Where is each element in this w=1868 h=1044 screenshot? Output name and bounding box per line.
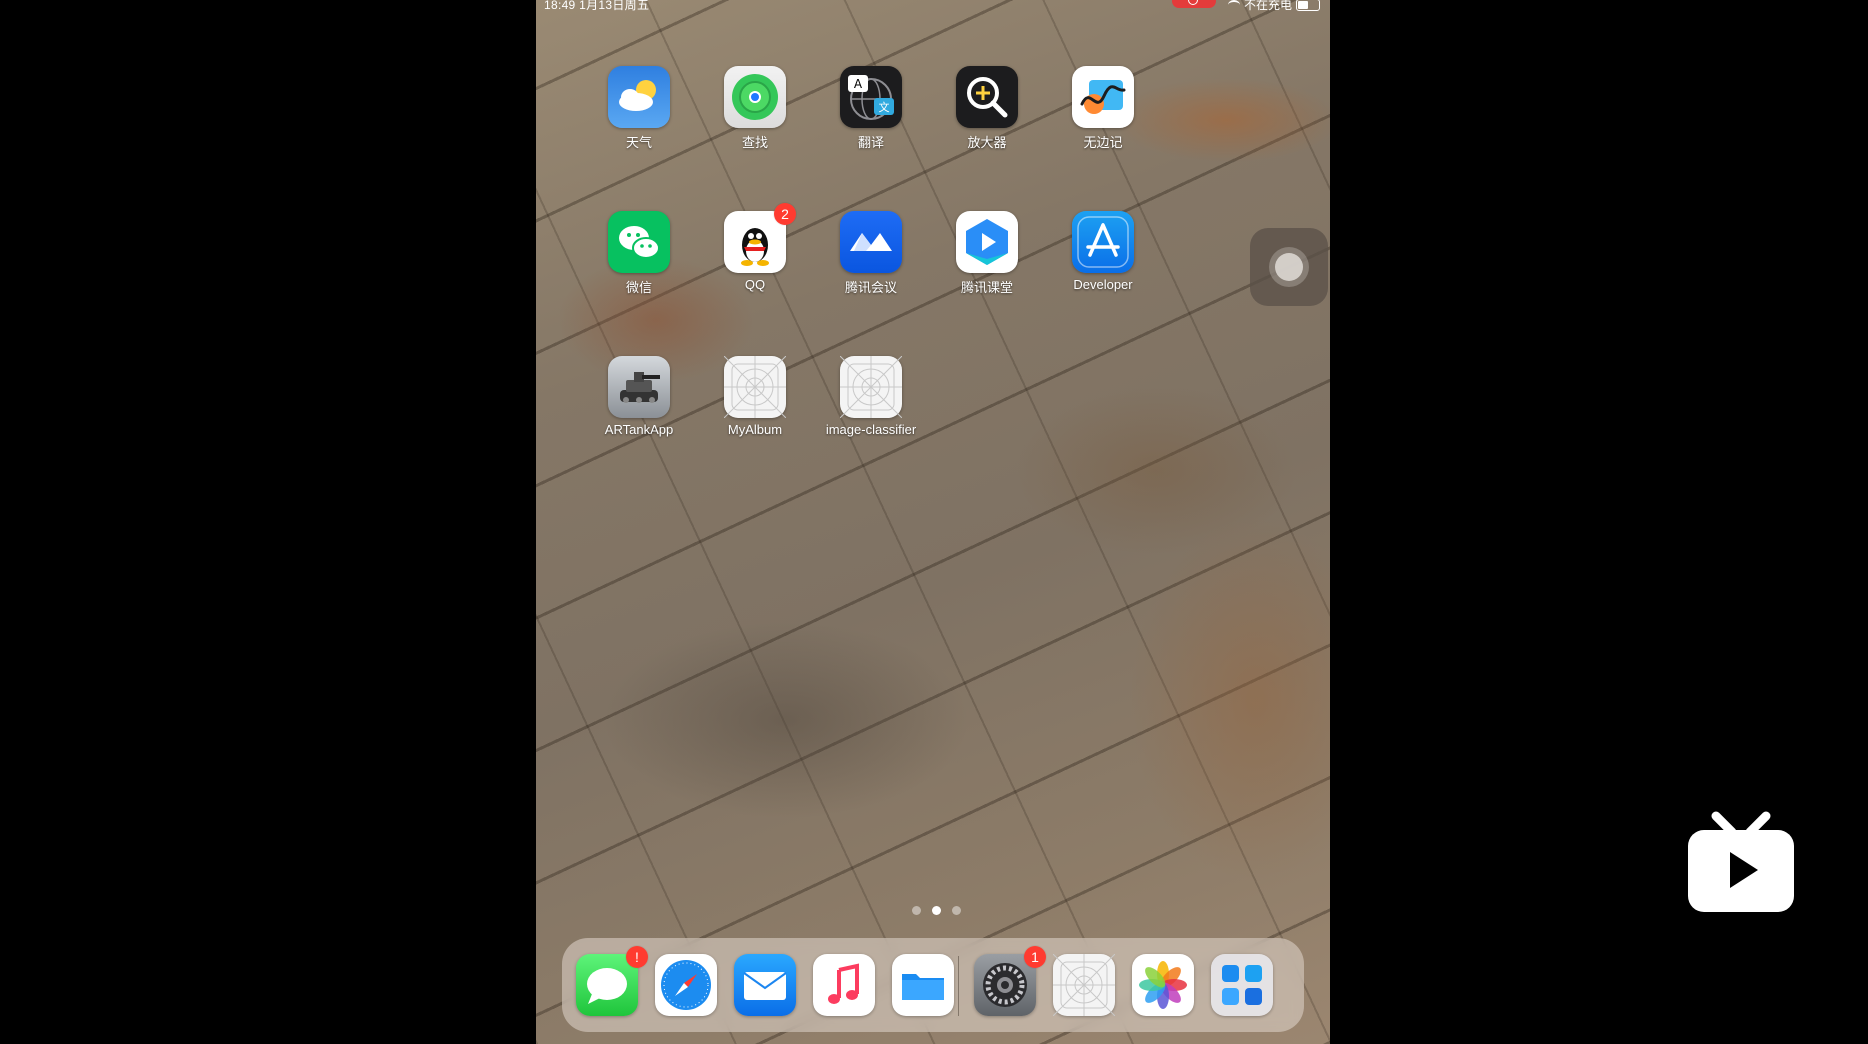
app-qq[interactable]: 2 QQ <box>700 203 810 292</box>
svg-text:文: 文 <box>879 100 890 114</box>
assistive-touch-button[interactable] <box>1250 228 1328 306</box>
page-dot-current[interactable] <box>932 906 941 915</box>
translate-icon: A文 <box>840 66 902 128</box>
placeholder-app-icon <box>840 356 902 418</box>
status-time: 18:49 1月13日周五 <box>544 0 650 12</box>
tencent-meeting-icon <box>840 211 902 273</box>
app-freeform[interactable]: 无边记 <box>1048 66 1158 151</box>
app-label: Developer <box>1073 277 1133 292</box>
app-developer[interactable]: Developer <box>1048 211 1158 292</box>
app-label: 腾讯课堂 <box>960 280 1013 295</box>
mail-icon[interactable] <box>734 954 796 1016</box>
settings-icon[interactable]: 1 <box>974 946 1046 1016</box>
photos-icon[interactable] <box>1132 954 1194 1016</box>
developer-icon <box>1072 211 1134 273</box>
app-myalbum[interactable]: MyAlbum <box>700 356 810 437</box>
weather-icon <box>608 66 670 128</box>
wechat-icon <box>608 211 670 273</box>
app-image-classifier[interactable]: image-classifier <box>816 356 926 437</box>
app-label: 腾讯会议 <box>844 280 897 295</box>
page-indicator[interactable] <box>912 906 961 915</box>
magnifier-icon <box>956 66 1018 128</box>
app-artankapp[interactable]: ARTankApp <box>584 356 694 437</box>
ipad-home-screen: 18:49 1月13日周五 不在充电 天气 查找 A文 翻译 放大器 无边记 微… <box>536 0 1330 1044</box>
app-weather[interactable]: 天气 <box>584 66 694 151</box>
messages-icon[interactable]: ! <box>576 946 648 1016</box>
app-label: 放大器 <box>967 135 1007 150</box>
app-label: 无边记 <box>1083 135 1123 150</box>
bilibili-tv-icon <box>1686 810 1796 915</box>
app-label: ARTankApp <box>604 422 674 437</box>
app-label: 微信 <box>625 280 652 295</box>
notification-badge: ! <box>626 946 648 968</box>
app-label: 查找 <box>741 135 768 150</box>
tencent-classroom-icon <box>956 211 1018 273</box>
app-tencent-meeting[interactable]: 腾讯会议 <box>816 211 926 296</box>
find-my-icon <box>724 66 786 128</box>
charging-status: 不在充电 <box>1244 0 1293 12</box>
assistive-touch-dot <box>1275 253 1303 281</box>
app-find-my[interactable]: 查找 <box>700 66 810 151</box>
qq-icon: 2 <box>724 203 796 273</box>
screen-recording-indicator[interactable] <box>1172 0 1216 8</box>
music-icon[interactable] <box>813 954 875 1016</box>
app-translate[interactable]: A文 翻译 <box>816 66 926 151</box>
placeholder-app-icon[interactable] <box>1053 954 1115 1016</box>
status-bar: 18:49 1月13日周五 不在充电 <box>536 0 1330 12</box>
page-dot[interactable] <box>952 906 961 915</box>
app-label: MyAlbum <box>727 422 783 437</box>
app-magnifier[interactable]: 放大器 <box>932 66 1042 151</box>
tank-icon <box>608 356 670 418</box>
svg-text:A: A <box>854 77 863 91</box>
app-label: QQ <box>744 277 766 292</box>
notification-badge: 2 <box>774 203 796 225</box>
app-label: 天气 <box>625 135 652 150</box>
app-label: 翻译 <box>857 135 884 150</box>
freeform-icon <box>1072 66 1134 128</box>
wifi-icon <box>1228 0 1240 10</box>
app-label: image-classifier <box>825 422 917 437</box>
dock: ! 1 <box>562 938 1304 1032</box>
notification-badge: 1 <box>1024 946 1046 968</box>
battery-icon <box>1296 0 1321 11</box>
record-icon <box>1188 0 1198 5</box>
app-library-icon[interactable] <box>1211 954 1273 1016</box>
placeholder-app-icon <box>724 356 786 418</box>
files-icon[interactable] <box>892 954 954 1016</box>
page-dot[interactable] <box>912 906 921 915</box>
dock-separator <box>958 956 959 1016</box>
app-tencent-classroom[interactable]: 腾讯课堂 <box>932 211 1042 296</box>
app-wechat[interactable]: 微信 <box>584 211 694 296</box>
safari-icon[interactable] <box>655 954 717 1016</box>
status-right: 不在充电 <box>1228 0 1321 13</box>
